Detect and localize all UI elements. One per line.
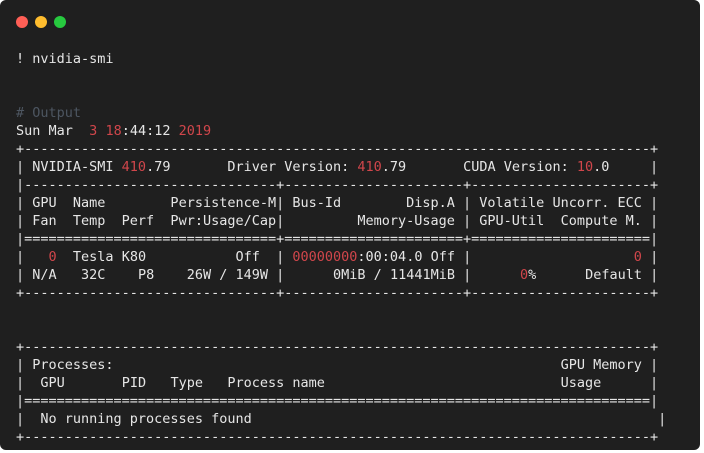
gpu-power: 26W / 149W [186, 267, 269, 283]
bus-id-suffix: :00:04.0 [357, 249, 423, 265]
no-processes-message: No running processes found [40, 411, 252, 427]
bus-id-prefix: 00000000 [292, 249, 358, 265]
command-line: ! nvidia-smi [16, 51, 114, 67]
driver-version: Driver Version: 410.79 [227, 159, 407, 175]
gpu-compute-mode: Default [585, 267, 642, 283]
gpu-temp: 32C [81, 267, 106, 283]
gpu-name: Tesla K80 [72, 249, 147, 265]
gpu-persistence: Off [235, 249, 260, 265]
processes-memory-header: GPU Memory [560, 357, 642, 373]
gpu-perf: P8 [137, 267, 155, 283]
processes-title: Processes: [32, 357, 114, 373]
terminal-output: ! nvidia-smi # Output Sun Mar 3 18:44:12… [16, 51, 667, 445]
timestamp: Sun Mar 3 18:44:12 2019 [16, 123, 212, 139]
zoom-button[interactable] [54, 16, 66, 28]
gpu-disp: Off [430, 249, 455, 265]
processes-usage-header: Usage [560, 375, 602, 391]
processes-col-type: Type [170, 375, 203, 391]
gpu-ecc: 0 [633, 249, 642, 265]
output-comment: # Output [16, 105, 82, 121]
close-button[interactable] [16, 16, 28, 28]
cuda-version: CUDA Version: 10.0 [463, 159, 610, 175]
gpu-header-row-2: Fan Temp Perf Pwr:Usage/Cap| Memory-Usag… [32, 213, 650, 229]
smi-version: NVIDIA-SMI 410.79 [32, 159, 171, 175]
minimize-button[interactable] [35, 16, 47, 28]
gpu-memory: 0MiB / 11441MiB [333, 267, 455, 283]
terminal-window: ! nvidia-smi # Output Sun Mar 3 18:44:12… [0, 0, 700, 450]
processes-col-gpu: GPU [40, 375, 65, 391]
processes-col-pid: PID [121, 375, 147, 391]
gpu-index: 0 [48, 249, 57, 265]
processes-col-name: Process name [227, 375, 325, 391]
gpu-fan: N/A [32, 267, 57, 283]
gpu-header-row-1: GPU Name Persistence-M| Bus-Id Disp.A | … [32, 195, 650, 211]
gpu-util: 0% [520, 267, 537, 283]
